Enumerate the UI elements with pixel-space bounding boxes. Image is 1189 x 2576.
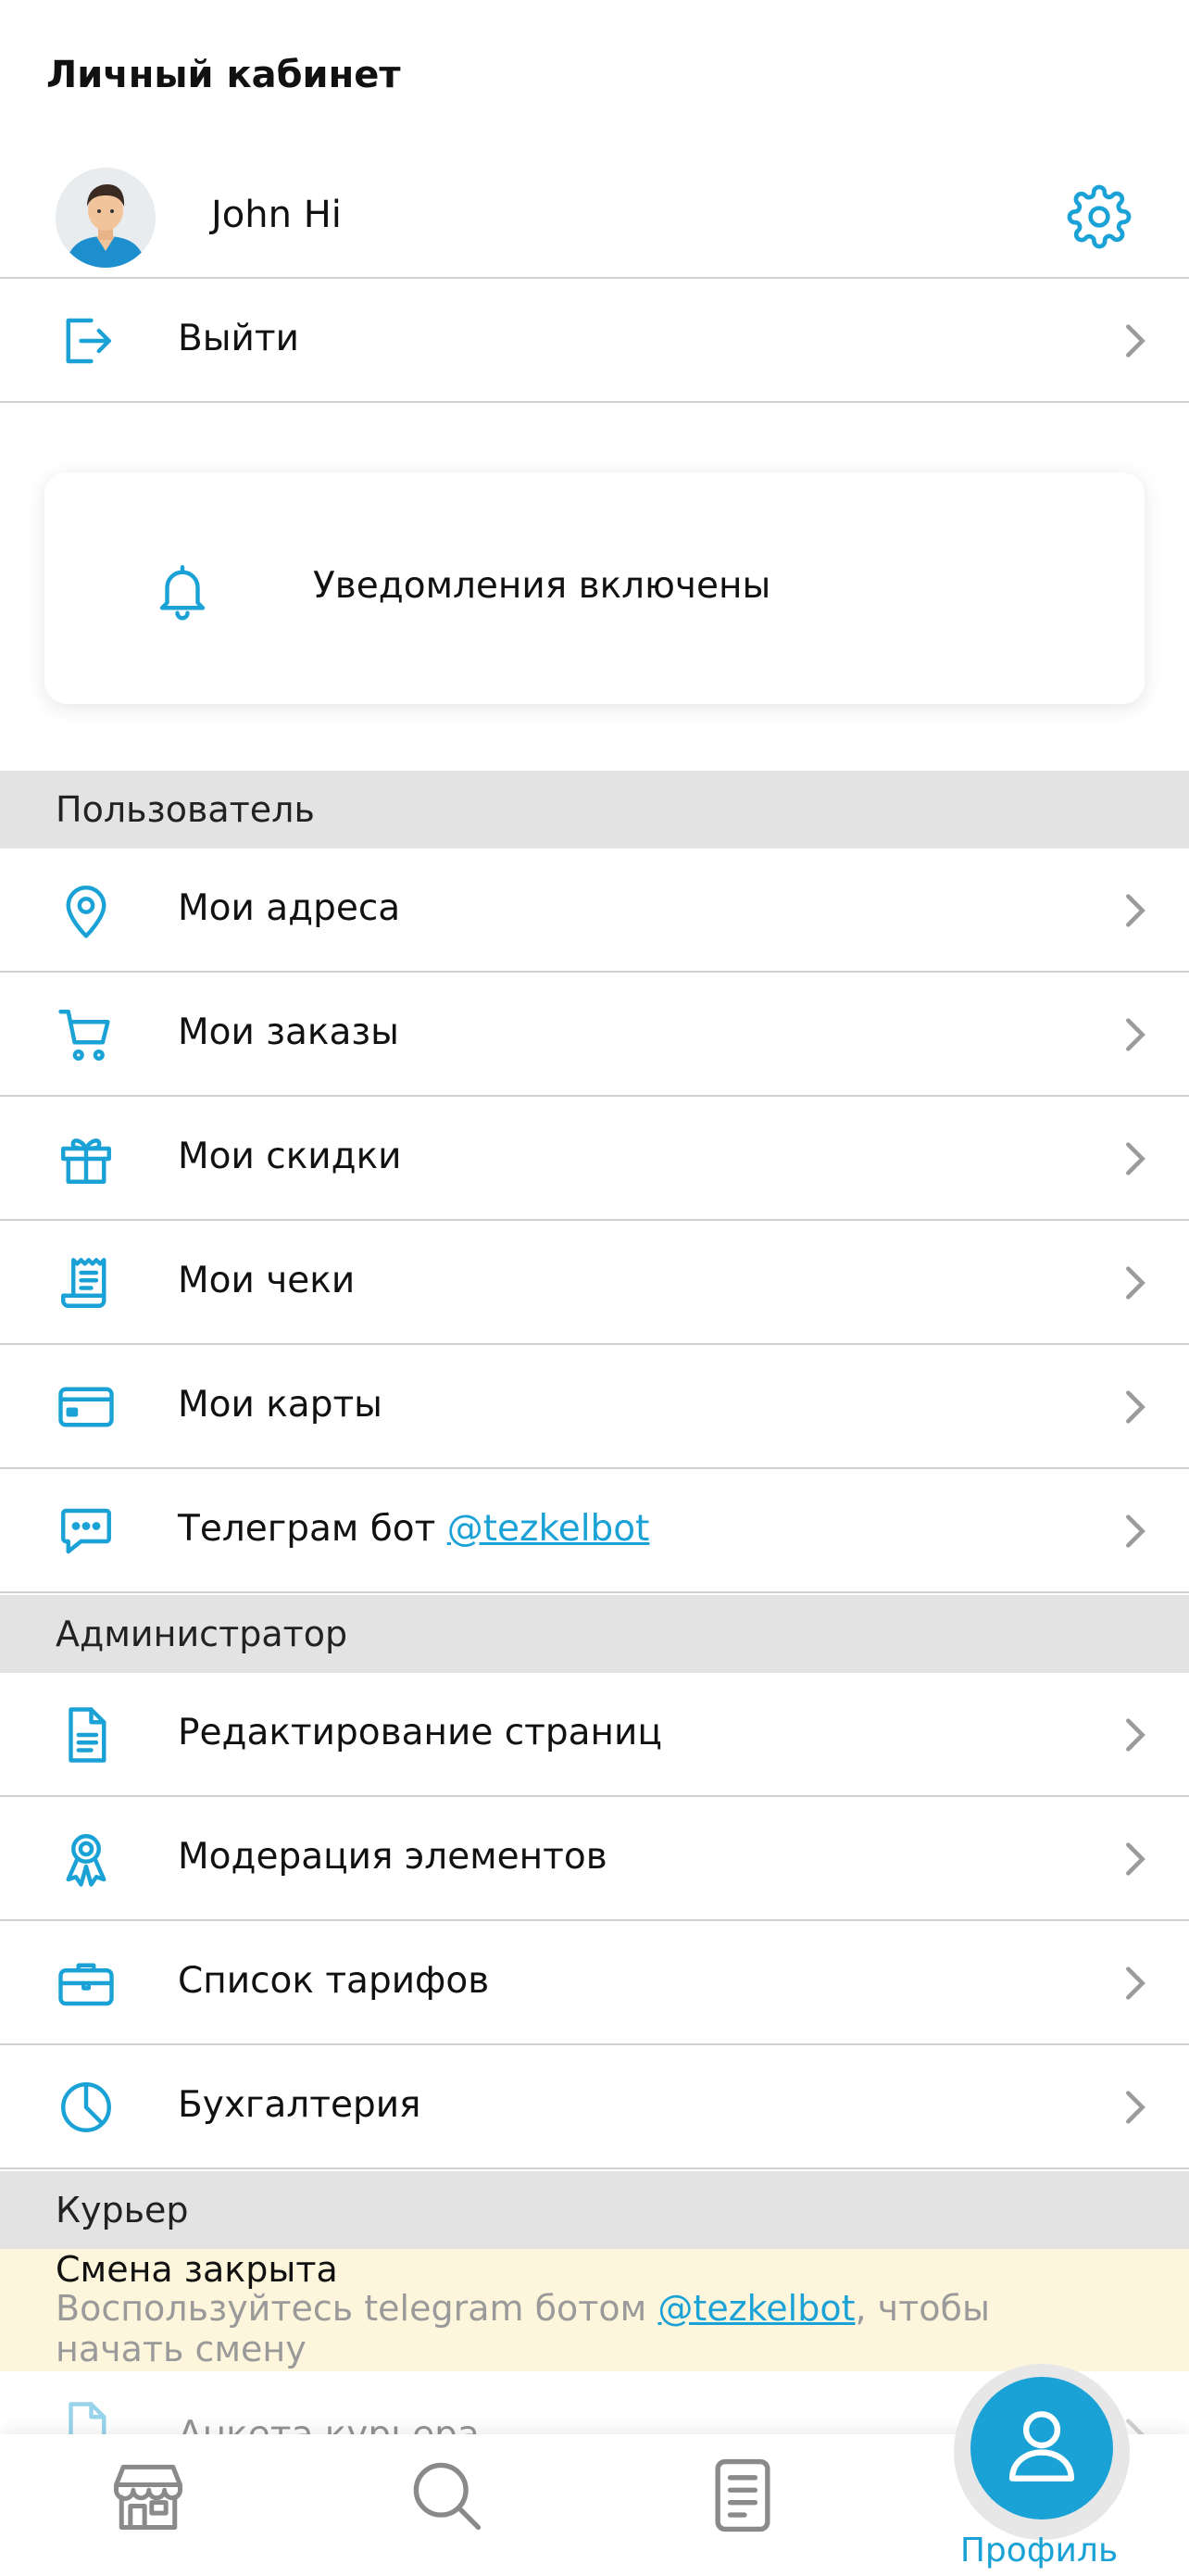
my-discounts-row[interactable]: Мои скидки bbox=[0, 1097, 1189, 1221]
receipt-icon bbox=[61, 1258, 106, 1308]
chevron-right-icon bbox=[1126, 2091, 1145, 2124]
telegram-bot-row[interactable]: Телеграм бот @tezkelbot bbox=[0, 1469, 1189, 1593]
section-courier-title: Курьер bbox=[56, 2190, 189, 2230]
chevron-right-icon bbox=[1126, 1266, 1145, 1300]
my-discounts-label: Мои скидки bbox=[178, 1136, 402, 1177]
logout-row[interactable]: Выйти bbox=[0, 279, 1189, 403]
gear-icon bbox=[1067, 184, 1132, 249]
chevron-right-icon bbox=[1126, 1514, 1145, 1548]
edit-pages-row[interactable]: Редактирование страниц bbox=[0, 1673, 1189, 1797]
user-name: John Hi bbox=[211, 194, 342, 236]
tab-shop[interactable] bbox=[83, 2453, 213, 2555]
chevron-right-icon bbox=[1126, 894, 1145, 927]
page-title: Личный кабинет bbox=[46, 54, 401, 96]
cart-icon bbox=[58, 1010, 110, 1062]
section-user: Пользователь bbox=[0, 771, 1189, 848]
shift-text: Воспользуйтесь telegram ботом @tezkelbot… bbox=[56, 2288, 1120, 2369]
notifications-card[interactable]: Уведомления включены bbox=[44, 472, 1145, 704]
section-admin: Администратор bbox=[0, 1595, 1189, 1673]
shift-title: Смена закрыта bbox=[56, 2249, 338, 2290]
my-cards-label: Мои карты bbox=[178, 1384, 382, 1426]
accounting-row[interactable]: Бухгалтерия bbox=[0, 2045, 1189, 2169]
logout-label: Выйти bbox=[178, 318, 299, 359]
telegram-bot-link[interactable]: @tezkelbot bbox=[447, 1508, 650, 1550]
shift-closed-banner: Смена закрыта Воспользуйтесь telegram бо… bbox=[0, 2249, 1189, 2371]
chevron-right-icon bbox=[1126, 1967, 1145, 2000]
award-ribbon-icon bbox=[66, 1834, 106, 1887]
profile-row[interactable]: John Hi bbox=[0, 162, 1189, 279]
accounting-label: Бухгалтерия bbox=[178, 2084, 421, 2126]
section-courier: Курьер bbox=[0, 2171, 1189, 2249]
section-user-title: Пользователь bbox=[56, 789, 315, 830]
chevron-right-icon bbox=[1126, 1718, 1145, 1752]
chevron-right-icon bbox=[1126, 1842, 1145, 1876]
my-orders-label: Мои заказы bbox=[178, 1012, 399, 1053]
tab-profile-label: Профиль bbox=[959, 2532, 1119, 2570]
tariffs-row[interactable]: Список тарифов bbox=[0, 1921, 1189, 2045]
shift-text-before: Воспользуйтесь telegram ботом bbox=[56, 2288, 658, 2329]
document-icon bbox=[69, 1707, 106, 1763]
section-admin-title: Администратор bbox=[56, 1614, 348, 1654]
avatar-image bbox=[56, 168, 156, 268]
tab-orders[interactable] bbox=[678, 2453, 807, 2555]
my-receipts-label: Мои чеки bbox=[178, 1260, 356, 1301]
avatar[interactable] bbox=[56, 168, 156, 268]
tab-search[interactable] bbox=[382, 2453, 511, 2555]
bell-icon bbox=[159, 565, 206, 621]
user-icon bbox=[1008, 2411, 1075, 2482]
notifications-label: Уведомления включены bbox=[313, 565, 771, 607]
chat-bubble-icon bbox=[61, 1508, 111, 1554]
moderation-label: Модерация элементов bbox=[178, 1836, 607, 1878]
my-addresses-row[interactable]: Мои адреса bbox=[0, 848, 1189, 973]
chevron-right-icon bbox=[1126, 1142, 1145, 1175]
briefcase-icon bbox=[58, 1963, 114, 2006]
chevron-right-icon bbox=[1126, 1390, 1145, 1424]
my-cards-row[interactable]: Мои карты bbox=[0, 1345, 1189, 1469]
pie-chart-icon bbox=[61, 2082, 111, 2132]
gift-icon bbox=[61, 1138, 111, 1184]
telegram-bot-text: Телеграм бот bbox=[178, 1508, 436, 1550]
chevron-right-icon bbox=[1126, 1018, 1145, 1051]
my-addresses-label: Мои адреса bbox=[178, 887, 401, 929]
edit-pages-label: Редактирование страниц bbox=[178, 1712, 662, 1753]
search-icon bbox=[413, 2462, 482, 2531]
chevron-right-icon bbox=[1126, 324, 1145, 358]
moderation-row[interactable]: Модерация элементов bbox=[0, 1797, 1189, 1921]
my-orders-row[interactable]: Мои заказы bbox=[0, 973, 1189, 1097]
shift-bot-link[interactable]: @tezkelbot bbox=[657, 2288, 855, 2329]
document-list-icon bbox=[715, 2458, 770, 2532]
location-pin-icon bbox=[66, 886, 106, 938]
store-icon bbox=[114, 2464, 182, 2530]
tariffs-label: Список тарифов bbox=[178, 1960, 490, 2002]
settings-button[interactable] bbox=[1067, 184, 1132, 249]
my-receipts-row[interactable]: Мои чеки bbox=[0, 1221, 1189, 1345]
telegram-bot-label: Телеграм бот @tezkelbot bbox=[178, 1508, 649, 1550]
tab-profile[interactable] bbox=[970, 2377, 1113, 2519]
logout-icon bbox=[66, 318, 111, 364]
credit-card-icon bbox=[58, 1387, 114, 1427]
